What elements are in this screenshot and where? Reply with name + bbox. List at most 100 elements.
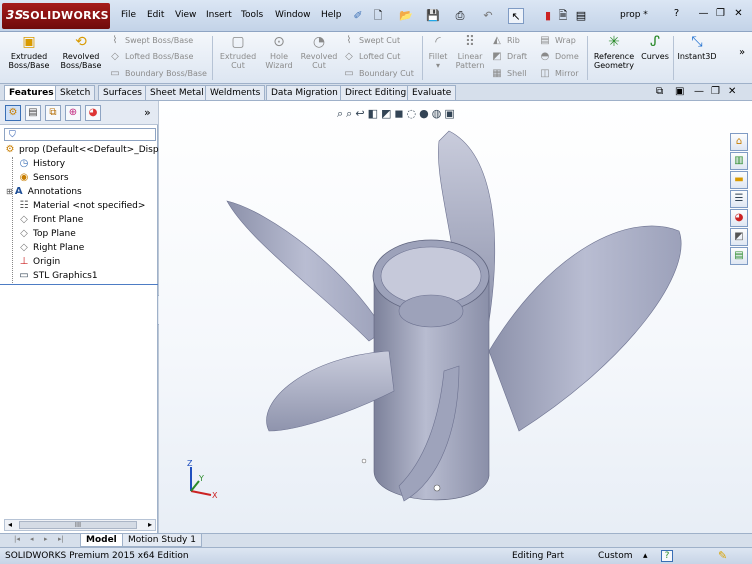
horizontal-scrollbar[interactable]: ◂ III ▸ bbox=[4, 519, 156, 531]
graphics-viewport[interactable]: ⌕⌕↩◧◩◼◌●◍▣ Z Y X ⌂ ▥ ▬ ☰ ◕ ◩ ▤ bbox=[159, 101, 752, 533]
last-tab-icon[interactable]: ▸| bbox=[58, 535, 64, 543]
tab-weldments[interactable]: Weldments bbox=[205, 85, 266, 100]
tree-item-front-plane[interactable]: ◇ Front Plane bbox=[18, 213, 83, 227]
design-library-icon[interactable]: ▥ bbox=[730, 152, 748, 170]
menu-edit[interactable]: Edit bbox=[147, 10, 164, 20]
help-icon[interactable]: ? bbox=[670, 8, 683, 19]
new-document-icon[interactable]: 🗋 bbox=[370, 8, 386, 24]
reference-geometry-button[interactable]: ✳ Reference Geometry bbox=[590, 34, 638, 70]
select-arrow-icon[interactable]: ↖ bbox=[508, 8, 524, 24]
more-commands-button[interactable]: » bbox=[736, 48, 748, 58]
shell-button[interactable]: ▦ Shell bbox=[490, 66, 526, 82]
wrap-button[interactable]: ▤ Wrap bbox=[538, 33, 576, 49]
file-properties-icon[interactable]: 🗎 bbox=[555, 8, 571, 24]
tab-motion-study-1[interactable]: Motion Study 1 bbox=[122, 534, 202, 547]
property-manager-icon[interactable]: ▤ bbox=[25, 105, 41, 121]
draft-button[interactable]: ◩ Draft bbox=[490, 49, 527, 65]
menu-help[interactable]: Help bbox=[321, 10, 342, 20]
doc-close-button[interactable]: ✕ bbox=[728, 86, 736, 97]
menu-view[interactable]: View bbox=[175, 10, 196, 20]
instant3d-button[interactable]: ⤡ Instant3D bbox=[676, 34, 718, 61]
units-dropdown-icon[interactable]: ▴ bbox=[643, 548, 648, 564]
feature-tree-icon[interactable]: ⚙ bbox=[5, 105, 21, 121]
dome-button[interactable]: ◓ Dome bbox=[538, 49, 579, 65]
boundary-boss-button[interactable]: ▭ Boundary Boss/Base bbox=[108, 66, 207, 82]
tile-view-icon[interactable]: ⧉ bbox=[656, 86, 663, 97]
tree-item-right-plane[interactable]: ◇ Right Plane bbox=[18, 241, 84, 255]
dimxpert-icon[interactable]: ⊕ bbox=[65, 105, 81, 121]
quick-help-icon[interactable]: ? bbox=[661, 550, 673, 562]
pin-icon[interactable]: ✐ bbox=[350, 8, 366, 24]
menu-tools[interactable]: Tools bbox=[241, 10, 263, 20]
tree-item-history[interactable]: ◷ History bbox=[18, 157, 65, 171]
appearances-icon[interactable]: ◕ bbox=[730, 209, 748, 227]
panel-more-icon[interactable]: » bbox=[144, 106, 151, 119]
scroll-left-icon[interactable]: ◂ bbox=[5, 520, 15, 529]
menu-insert[interactable]: Insert bbox=[206, 10, 232, 20]
filter-input[interactable]: ⛉ bbox=[4, 128, 156, 141]
tree-item-part[interactable]: ⚙ prop (Default<<Default>_Displa bbox=[4, 143, 167, 157]
revolved-boss-button[interactable]: ⟲ Revolved Boss/Base bbox=[56, 34, 106, 70]
tree-item-annotations[interactable]: ⊞ A Annotations bbox=[6, 185, 82, 199]
print-icon[interactable]: ⎙ bbox=[452, 8, 468, 24]
solidworks-resources-icon[interactable]: ⌂ bbox=[730, 133, 748, 151]
fillet-dropdown-icon[interactable]: ▾ bbox=[436, 61, 440, 70]
tree-item-sensors[interactable]: ◉ Sensors bbox=[18, 171, 69, 185]
single-view-icon[interactable]: ▣ bbox=[675, 86, 684, 97]
tree-item-stl-graphics[interactable]: ▭ STL Graphics1 bbox=[18, 269, 97, 283]
tab-direct-editing[interactable]: Direct Editing bbox=[340, 85, 412, 100]
tab-features[interactable]: Features bbox=[4, 85, 59, 100]
tree-item-top-plane[interactable]: ◇ Top Plane bbox=[18, 227, 76, 241]
open-folder-icon[interactable]: 📂 bbox=[398, 8, 414, 24]
linear-pattern-button[interactable]: ⠿ Linear Pattern bbox=[453, 34, 487, 70]
menu-window[interactable]: Window bbox=[275, 10, 311, 20]
lofted-cut-button[interactable]: ◇ Lofted Cut bbox=[342, 49, 400, 65]
restore-button[interactable]: ❐ bbox=[714, 8, 727, 19]
view-palette-icon[interactable]: ☰ bbox=[730, 190, 748, 208]
propeller-model[interactable] bbox=[159, 101, 752, 533]
display-manager-icon[interactable]: ◕ bbox=[85, 105, 101, 121]
swept-boss-button[interactable]: ⌇ Swept Boss/Base bbox=[108, 33, 194, 49]
hole-wizard-button[interactable]: ⊙ Hole Wizard bbox=[260, 34, 298, 70]
curves-button[interactable]: ᔑ Curves bbox=[640, 34, 670, 61]
tab-sketch[interactable]: Sketch bbox=[55, 85, 96, 100]
extruded-boss-button[interactable]: ▣ Extruded Boss/Base bbox=[4, 34, 54, 70]
menu-file[interactable]: File bbox=[121, 10, 136, 20]
units-selector[interactable]: Custom bbox=[598, 548, 632, 564]
rebuild-status-icon[interactable]: ✎ bbox=[718, 548, 727, 564]
mirror-button[interactable]: ◫ Mirror bbox=[538, 66, 578, 82]
options-icon[interactable]: ▤ bbox=[573, 8, 589, 24]
tab-model[interactable]: Model bbox=[80, 534, 123, 547]
forum-icon[interactable]: ▤ bbox=[730, 247, 748, 265]
tree-item-material[interactable]: ☷ Material <not specified> bbox=[18, 199, 146, 213]
swept-cut-button[interactable]: ⌇ Swept Cut bbox=[342, 33, 401, 49]
save-icon[interactable]: 💾 bbox=[425, 8, 441, 24]
configuration-manager-icon[interactable]: ⧉ bbox=[45, 105, 61, 121]
file-explorer-icon[interactable]: ▬ bbox=[730, 171, 748, 189]
lofted-boss-button[interactable]: ◇ Lofted Boss/Base bbox=[108, 49, 193, 65]
close-button[interactable]: ✕ bbox=[732, 8, 745, 19]
first-tab-icon[interactable]: |◂ bbox=[14, 535, 20, 543]
minimize-button[interactable]: — bbox=[697, 8, 710, 19]
tab-surfaces[interactable]: Surfaces bbox=[98, 85, 147, 100]
rib-button[interactable]: ◭ Rib bbox=[490, 33, 520, 49]
custom-properties-icon[interactable]: ◩ bbox=[730, 228, 748, 246]
fillet-button[interactable]: ◜ Fillet ▾ bbox=[425, 34, 451, 70]
prev-tab-icon[interactable]: ◂ bbox=[30, 535, 34, 543]
boundary-cut-button[interactable]: ▭ Boundary Cut bbox=[342, 66, 414, 82]
next-tab-icon[interactable]: ▸ bbox=[44, 535, 48, 543]
scroll-right-icon[interactable]: ▸ bbox=[145, 520, 155, 529]
doc-minimize-button[interactable]: — bbox=[694, 86, 704, 97]
extruded-cut-button[interactable]: ▢ Extruded Cut bbox=[216, 34, 260, 70]
tab-data-migration[interactable]: Data Migration bbox=[266, 85, 343, 100]
undo-icon[interactable]: ↶ bbox=[480, 8, 496, 24]
tab-evaluate[interactable]: Evaluate bbox=[407, 85, 457, 100]
scroll-thumb[interactable]: III bbox=[19, 521, 137, 529]
rebuild-icon[interactable]: ▮ bbox=[540, 8, 556, 24]
tab-sheet-metal[interactable]: Sheet Metal bbox=[145, 85, 209, 100]
expand-icon[interactable]: ⊞ bbox=[6, 187, 13, 196]
solidworks-logo[interactable]: 3S SOLIDWORKS bbox=[2, 3, 110, 29]
tree-item-origin[interactable]: ⊥ Origin bbox=[18, 255, 61, 269]
revolved-cut-button[interactable]: ◔ Revolved Cut bbox=[298, 34, 340, 70]
doc-restore-button[interactable]: ❐ bbox=[711, 86, 720, 97]
